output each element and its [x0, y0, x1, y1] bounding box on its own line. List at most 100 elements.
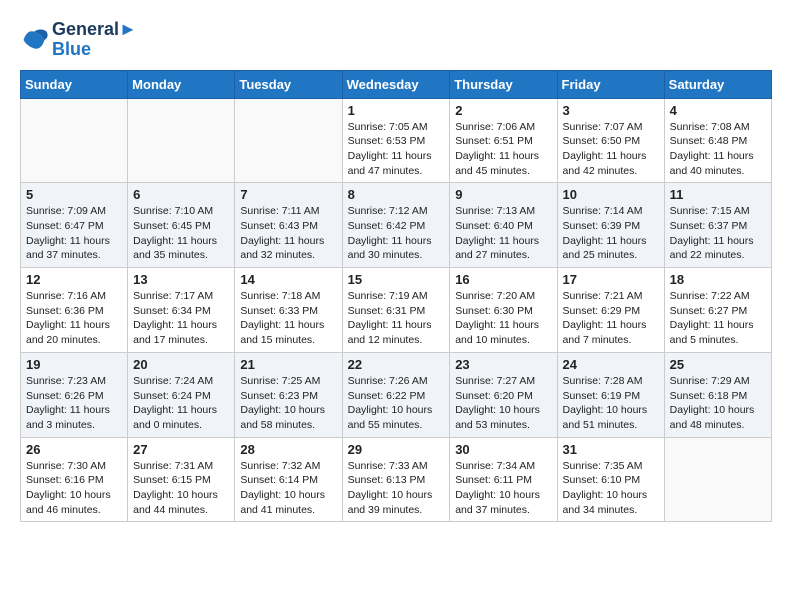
day-number: 22 [348, 357, 445, 372]
day-info: Sunrise: 7:16 AM Sunset: 6:36 PM Dayligh… [26, 289, 122, 348]
day-info: Sunrise: 7:33 AM Sunset: 6:13 PM Dayligh… [348, 459, 445, 518]
calendar-cell [664, 437, 771, 522]
day-number: 12 [26, 272, 122, 287]
calendar-cell: 25 Sunrise: 7:29 AM Sunset: 6:18 PM Dayli… [664, 352, 771, 437]
day-info: Sunrise: 7:20 AM Sunset: 6:30 PM Dayligh… [455, 289, 551, 348]
day-number: 25 [670, 357, 766, 372]
logo-icon [20, 26, 48, 54]
day-number: 28 [240, 442, 336, 457]
day-number: 1 [348, 103, 445, 118]
day-info: Sunrise: 7:35 AM Sunset: 6:10 PM Dayligh… [563, 459, 659, 518]
calendar-cell: 21 Sunrise: 7:25 AM Sunset: 6:23 PM Dayli… [235, 352, 342, 437]
calendar-cell: 1 Sunrise: 7:05 AM Sunset: 6:53 PM Daylig… [342, 98, 450, 183]
calendar-week-row: 5 Sunrise: 7:09 AM Sunset: 6:47 PM Daylig… [21, 183, 772, 268]
day-number: 9 [455, 187, 551, 202]
day-info: Sunrise: 7:29 AM Sunset: 6:18 PM Dayligh… [670, 374, 766, 433]
day-number: 23 [455, 357, 551, 372]
calendar-cell: 11 Sunrise: 7:15 AM Sunset: 6:37 PM Dayli… [664, 183, 771, 268]
day-info: Sunrise: 7:10 AM Sunset: 6:45 PM Dayligh… [133, 204, 229, 263]
day-number: 30 [455, 442, 551, 457]
weekday-header: Sunday [21, 70, 128, 98]
day-number: 20 [133, 357, 229, 372]
day-number: 19 [26, 357, 122, 372]
day-number: 16 [455, 272, 551, 287]
calendar-cell: 17 Sunrise: 7:21 AM Sunset: 6:29 PM Dayli… [557, 268, 664, 353]
day-number: 27 [133, 442, 229, 457]
day-number: 26 [26, 442, 122, 457]
day-number: 17 [563, 272, 659, 287]
calendar-cell: 10 Sunrise: 7:14 AM Sunset: 6:39 PM Dayli… [557, 183, 664, 268]
calendar-cell: 28 Sunrise: 7:32 AM Sunset: 6:14 PM Dayli… [235, 437, 342, 522]
calendar-cell: 23 Sunrise: 7:27 AM Sunset: 6:20 PM Dayli… [450, 352, 557, 437]
calendar-cell [21, 98, 128, 183]
day-number: 24 [563, 357, 659, 372]
day-info: Sunrise: 7:32 AM Sunset: 6:14 PM Dayligh… [240, 459, 336, 518]
day-number: 11 [670, 187, 766, 202]
day-number: 31 [563, 442, 659, 457]
day-info: Sunrise: 7:15 AM Sunset: 6:37 PM Dayligh… [670, 204, 766, 263]
day-info: Sunrise: 7:19 AM Sunset: 6:31 PM Dayligh… [348, 289, 445, 348]
calendar-cell: 24 Sunrise: 7:28 AM Sunset: 6:19 PM Dayli… [557, 352, 664, 437]
weekday-header: Monday [128, 70, 235, 98]
calendar-week-row: 12 Sunrise: 7:16 AM Sunset: 6:36 PM Dayli… [21, 268, 772, 353]
weekday-header: Thursday [450, 70, 557, 98]
calendar-cell: 19Sunrise: 7:23 AM Sunset: 6:26 PM Dayli… [21, 352, 128, 437]
day-number: 29 [348, 442, 445, 457]
page-header: General► Blue [20, 20, 772, 60]
calendar-cell: 2Sunrise: 7:06 AM Sunset: 6:51 PM Daylig… [450, 98, 557, 183]
day-info: Sunrise: 7:05 AM Sunset: 6:53 PM Dayligh… [348, 120, 445, 179]
day-number: 8 [348, 187, 445, 202]
day-info: Sunrise: 7:13 AM Sunset: 6:40 PM Dayligh… [455, 204, 551, 263]
day-number: 18 [670, 272, 766, 287]
weekday-header: Friday [557, 70, 664, 98]
day-info: Sunrise: 7:31 AM Sunset: 6:15 PM Dayligh… [133, 459, 229, 518]
calendar-cell: 3 Sunrise: 7:07 AM Sunset: 6:50 PM Daylig… [557, 98, 664, 183]
calendar-cell: 29 Sunrise: 7:33 AM Sunset: 6:13 PM Dayli… [342, 437, 450, 522]
day-number: 5 [26, 187, 122, 202]
calendar-cell: 22 Sunrise: 7:26 AM Sunset: 6:22 PM Dayli… [342, 352, 450, 437]
day-number: 6 [133, 187, 229, 202]
day-info: Sunrise: 7:24 AM Sunset: 6:24 PM Dayligh… [133, 374, 229, 433]
day-number: 10 [563, 187, 659, 202]
calendar-cell: 6 Sunrise: 7:10 AM Sunset: 6:45 PM Daylig… [128, 183, 235, 268]
calendar-cell [235, 98, 342, 183]
weekday-header: Saturday [664, 70, 771, 98]
day-info: Sunrise: 7:17 AM Sunset: 6:34 PM Dayligh… [133, 289, 229, 348]
logo: General► Blue [20, 20, 137, 60]
calendar-cell: 27 Sunrise: 7:31 AM Sunset: 6:15 PM Dayli… [128, 437, 235, 522]
calendar-cell: 30 Sunrise: 7:34 AM Sunset: 6:11 PM Dayli… [450, 437, 557, 522]
day-info: Sunrise: 7:28 AM Sunset: 6:19 PM Dayligh… [563, 374, 659, 433]
calendar-table: SundayMondayTuesdayWednesdayThursdayFrid… [20, 70, 772, 523]
day-number: 2 [455, 103, 551, 118]
day-info: Sunrise: 7:14 AM Sunset: 6:39 PM Dayligh… [563, 204, 659, 263]
calendar-cell [128, 98, 235, 183]
day-number: 13 [133, 272, 229, 287]
day-number: 15 [348, 272, 445, 287]
day-info: Sunrise: 7:34 AM Sunset: 6:11 PM Dayligh… [455, 459, 551, 518]
calendar-cell: 8 Sunrise: 7:12 AM Sunset: 6:42 PM Daylig… [342, 183, 450, 268]
day-number: 4 [670, 103, 766, 118]
day-info: Sunrise: 7:08 AM Sunset: 6:48 PM Dayligh… [670, 120, 766, 179]
day-info: Sunrise: 7:25 AM Sunset: 6:23 PM Dayligh… [240, 374, 336, 433]
calendar-week-row: 1 Sunrise: 7:05 AM Sunset: 6:53 PM Daylig… [21, 98, 772, 183]
day-info: Sunrise: 7:12 AM Sunset: 6:42 PM Dayligh… [348, 204, 445, 263]
logo-text: General► Blue [52, 20, 137, 60]
day-info: Sunrise: 7:27 AM Sunset: 6:20 PM Dayligh… [455, 374, 551, 433]
day-number: 21 [240, 357, 336, 372]
weekday-header: Tuesday [235, 70, 342, 98]
day-info: Sunrise: 7:21 AM Sunset: 6:29 PM Dayligh… [563, 289, 659, 348]
day-info: Sunrise: 7:07 AM Sunset: 6:50 PM Dayligh… [563, 120, 659, 179]
weekday-header: Wednesday [342, 70, 450, 98]
calendar-cell: 20 Sunrise: 7:24 AM Sunset: 6:24 PM Dayli… [128, 352, 235, 437]
calendar-cell: 26Sunrise: 7:30 AM Sunset: 6:16 PM Dayli… [21, 437, 128, 522]
calendar-cell: 14Sunrise: 7:18 AM Sunset: 6:33 PM Dayli… [235, 268, 342, 353]
day-number: 3 [563, 103, 659, 118]
day-info: Sunrise: 7:26 AM Sunset: 6:22 PM Dayligh… [348, 374, 445, 433]
calendar-cell: 4 Sunrise: 7:08 AM Sunset: 6:48 PM Daylig… [664, 98, 771, 183]
calendar-cell: 9 Sunrise: 7:13 AM Sunset: 6:40 PM Daylig… [450, 183, 557, 268]
calendar-cell: 18Sunrise: 7:22 AM Sunset: 6:27 PM Dayli… [664, 268, 771, 353]
calendar-cell: 12 Sunrise: 7:16 AM Sunset: 6:36 PM Dayli… [21, 268, 128, 353]
day-number: 14 [240, 272, 336, 287]
calendar-cell: 13 Sunrise: 7:17 AM Sunset: 6:34 PM Dayli… [128, 268, 235, 353]
day-info: Sunrise: 7:09 AM Sunset: 6:47 PM Dayligh… [26, 204, 122, 263]
